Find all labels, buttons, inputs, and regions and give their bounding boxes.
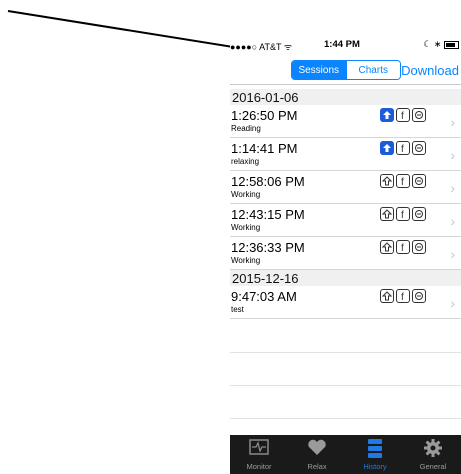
session-time: 12:43:15 PM <box>231 207 305 222</box>
session-note: Reading <box>231 124 261 133</box>
facebook-icon[interactable]: f <box>396 240 410 254</box>
session-note: relaxing <box>231 157 260 166</box>
nav-bar: Sessions Charts Download <box>230 52 461 85</box>
clock-label: 1:44 PM <box>324 39 360 50</box>
empty-row <box>230 319 461 353</box>
session-note: Working <box>231 256 261 265</box>
svg-text:f: f <box>401 111 404 120</box>
tab-label: Monitor <box>246 462 272 471</box>
battery-icon <box>444 40 459 49</box>
upload-icon[interactable] <box>380 207 394 221</box>
session-row[interactable]: 12:58:06 PM Working f › <box>230 171 461 204</box>
svg-text:f: f <box>401 144 404 153</box>
tab-label: History <box>363 462 387 471</box>
chevron-right-icon: › <box>450 246 455 262</box>
share-icon[interactable] <box>412 207 426 221</box>
facebook-icon[interactable]: f <box>396 207 410 221</box>
facebook-icon[interactable]: f <box>396 289 410 303</box>
svg-text:f: f <box>401 177 404 186</box>
gear-icon <box>424 439 442 457</box>
upload-icon[interactable] <box>380 174 394 188</box>
view-segmented-control[interactable]: Sessions Charts <box>291 60 401 80</box>
tab-label: General <box>419 462 447 471</box>
tab-relax[interactable]: Relax <box>288 435 346 474</box>
section-date: 2015-12-16 <box>232 271 299 286</box>
empty-row <box>230 385 461 419</box>
svg-text:f: f <box>401 292 404 301</box>
session-row[interactable]: 9:47:03 AM test f › <box>230 286 461 319</box>
history-icon <box>368 439 382 458</box>
facebook-icon[interactable]: f <box>396 174 410 188</box>
segment-charts[interactable]: Charts <box>345 61 400 79</box>
tab-history[interactable]: History <box>346 435 404 474</box>
svg-text:f: f <box>401 243 404 252</box>
tab-label: Relax <box>307 462 327 471</box>
session-time: 9:47:03 AM <box>231 289 297 304</box>
upload-icon[interactable] <box>380 289 394 303</box>
upload-icon[interactable] <box>380 141 394 155</box>
share-icon[interactable] <box>412 141 426 155</box>
chevron-right-icon: › <box>450 213 455 229</box>
chevron-right-icon: › <box>450 147 455 163</box>
session-time: 12:58:06 PM <box>231 174 305 189</box>
session-row[interactable]: 12:43:15 PM Working f › <box>230 204 461 237</box>
chevron-right-icon: › <box>450 180 455 196</box>
empty-row <box>230 352 461 386</box>
share-icon[interactable] <box>412 108 426 122</box>
upload-icon[interactable] <box>380 108 394 122</box>
svg-text:f: f <box>401 210 404 219</box>
tab-monitor[interactable]: Monitor <box>230 435 288 474</box>
segment-sessions[interactable]: Sessions <box>292 61 346 79</box>
session-row[interactable]: 12:36:33 PM Working f › <box>230 237 461 270</box>
status-bar: ●●●●○ AT&T ᯤ 1:44 PM ☾ ∗ <box>230 36 461 52</box>
section-header: 2015-12-16 <box>230 270 461 286</box>
section-header: 2016-01-06 <box>230 89 461 105</box>
upload-icon[interactable] <box>380 240 394 254</box>
share-icon[interactable] <box>412 174 426 188</box>
heart-icon <box>308 439 326 455</box>
phone-screen: ●●●●○ AT&T ᯤ 1:44 PM ☾ ∗ Sessions Charts… <box>230 36 461 474</box>
share-icon[interactable] <box>412 289 426 303</box>
status-icons: ☾ ∗ <box>423 39 459 50</box>
share-icon[interactable] <box>412 240 426 254</box>
section-date: 2016-01-06 <box>232 90 299 105</box>
session-note: Working <box>231 190 261 199</box>
facebook-icon[interactable]: f <box>396 108 410 122</box>
session-row[interactable]: 1:26:50 PM Reading f › <box>230 105 461 138</box>
download-button[interactable]: Download <box>401 63 459 78</box>
chevron-right-icon: › <box>450 114 455 130</box>
chevron-right-icon: › <box>450 295 455 311</box>
session-time: 12:36:33 PM <box>231 240 305 255</box>
tab-bar: Monitor Relax History General <box>230 435 461 474</box>
session-time: 1:26:50 PM <box>231 108 298 123</box>
status-right-text: ☾ ∗ <box>423 39 442 49</box>
session-note: Working <box>231 223 261 232</box>
monitor-icon <box>249 439 269 455</box>
session-row[interactable]: 1:14:41 PM relaxing f › <box>230 138 461 171</box>
facebook-icon[interactable]: f <box>396 141 410 155</box>
session-time: 1:14:41 PM <box>231 141 298 156</box>
tab-general[interactable]: General <box>404 435 461 474</box>
session-note: test <box>231 305 244 314</box>
